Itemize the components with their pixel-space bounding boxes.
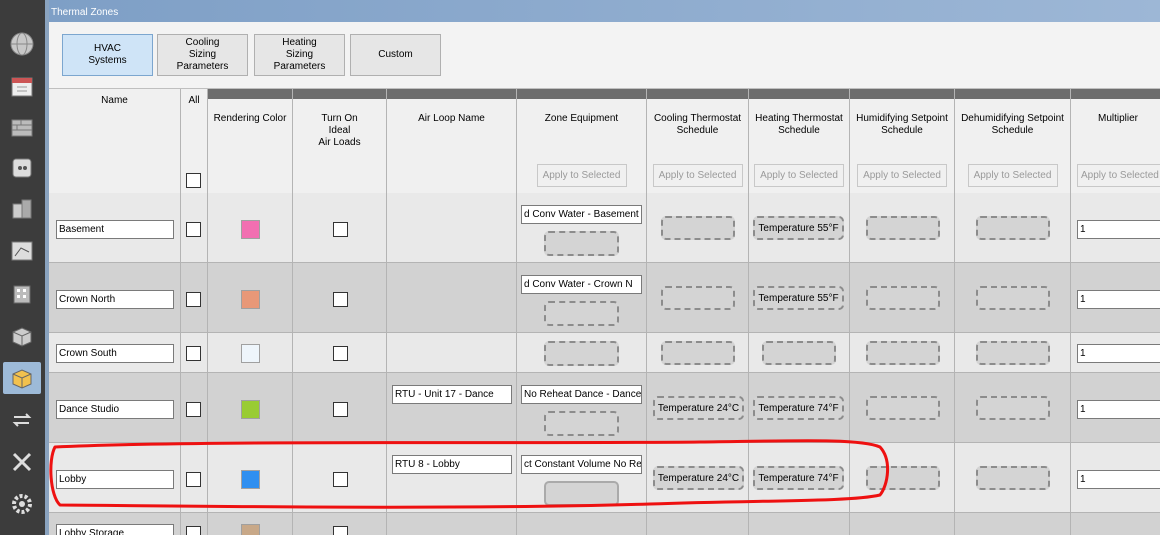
column-divider	[49, 193, 181, 535]
apply-to-selected-button[interactable]: Apply to Selected	[857, 164, 947, 187]
loop-arrows-icon[interactable]	[3, 404, 41, 436]
multiplier-field[interactable]: 1	[1077, 344, 1160, 363]
header-equip-label: Zone Equipment	[544, 113, 619, 124]
select-all-checkbox[interactable]	[186, 173, 201, 188]
subtab-toolbar: HVAC Systems Cooling Sizing Parameters H…	[49, 22, 1160, 89]
calendar-icon[interactable]	[3, 70, 41, 102]
multiplier-field[interactable]: 1	[1077, 470, 1160, 489]
column-divider	[517, 193, 647, 535]
column-divider	[749, 193, 850, 535]
left-sidebar	[0, 0, 45, 535]
column-divider	[208, 193, 293, 535]
bricks-icon[interactable]	[3, 112, 41, 144]
building-blocks-icon[interactable]	[3, 193, 41, 225]
apply-to-selected-button[interactable]: Apply to Selected	[754, 164, 844, 187]
tab-hvac-systems[interactable]: HVAC Systems	[62, 34, 153, 76]
multiplier-field[interactable]: 1	[1077, 400, 1160, 419]
apply-to-selected-button[interactable]: Apply to Selected	[1077, 164, 1160, 187]
thermal-zones-icon[interactable]	[3, 362, 41, 394]
column-divider	[293, 193, 387, 535]
column-divider	[850, 193, 955, 535]
header-mult-label: Multiplier	[1098, 113, 1139, 124]
header-humidifying-setpoint: Humidifying Setpoint Schedule Apply to S…	[850, 89, 955, 193]
floorplan-icon[interactable]	[3, 235, 41, 267]
header-heating-thermostat: Heating Thermostat Schedule Apply to Sel…	[749, 89, 850, 193]
header-all: All	[181, 89, 208, 193]
multiplier-field[interactable]: 1	[1077, 220, 1160, 239]
column-divider	[955, 193, 1071, 535]
header-all-label: All	[188, 95, 200, 106]
header-heat-label: Heating Thermostat Schedule	[755, 113, 843, 136]
apply-to-selected-button[interactable]: Apply to Selected	[536, 164, 627, 187]
thermal-zones-table: Name All Rendering Color Turn On Ideal A…	[49, 89, 1160, 535]
header-multiplier: Multiplier Apply to Selected	[1071, 89, 1160, 193]
tab-cooling-sizing-parameters[interactable]: Cooling Sizing Parameters	[157, 34, 248, 76]
header-air-loop-name: Air Loop Name	[387, 89, 517, 193]
header-cooling-thermostat: Cooling Thermostat Schedule Apply to Sel…	[647, 89, 749, 193]
tab-heating-sizing-parameters[interactable]: Heating Sizing Parameters	[254, 34, 345, 76]
header-dehumid-label: Dehumidifying Setpoint Schedule	[961, 113, 1064, 136]
header-humid-label: Humidifying Setpoint Schedule	[856, 113, 948, 136]
box-icon[interactable]	[3, 320, 41, 352]
header-airloop-label: Air Loop Name	[418, 113, 485, 124]
header-ideal-air-loads: Turn On Ideal Air Loads	[293, 89, 387, 193]
gear-icon[interactable]	[3, 488, 41, 520]
multiplier-field[interactable]: 1	[1077, 290, 1160, 309]
apply-to-selected-button[interactable]: Apply to Selected	[967, 164, 1058, 187]
header-cool-label: Cooling Thermostat Schedule	[653, 113, 742, 136]
outlet-icon[interactable]	[3, 152, 41, 184]
tools-icon[interactable]	[3, 446, 41, 478]
window-titlebar: Thermal Zones	[49, 0, 1160, 22]
column-divider	[181, 193, 208, 535]
header-zone-equipment: Zone Equipment Apply to Selected	[517, 89, 647, 193]
header-name: Name	[49, 89, 181, 193]
building-icon[interactable]	[3, 278, 41, 310]
header-rendering-color: Rendering Color	[208, 89, 293, 193]
header-ideal-label: Turn On Ideal Air Loads	[318, 113, 361, 148]
tab-custom[interactable]: Custom	[350, 34, 441, 76]
header-color-label: Rendering Color	[213, 113, 287, 124]
apply-to-selected-button[interactable]: Apply to Selected	[652, 164, 743, 187]
column-divider	[387, 193, 517, 535]
header-name-label: Name	[101, 95, 128, 106]
header-dehumidifying-setpoint: Dehumidifying Setpoint Schedule Apply to…	[955, 89, 1071, 193]
globe-icon[interactable]	[3, 28, 41, 60]
column-divider	[647, 193, 749, 535]
window-title: Thermal Zones	[51, 7, 119, 18]
